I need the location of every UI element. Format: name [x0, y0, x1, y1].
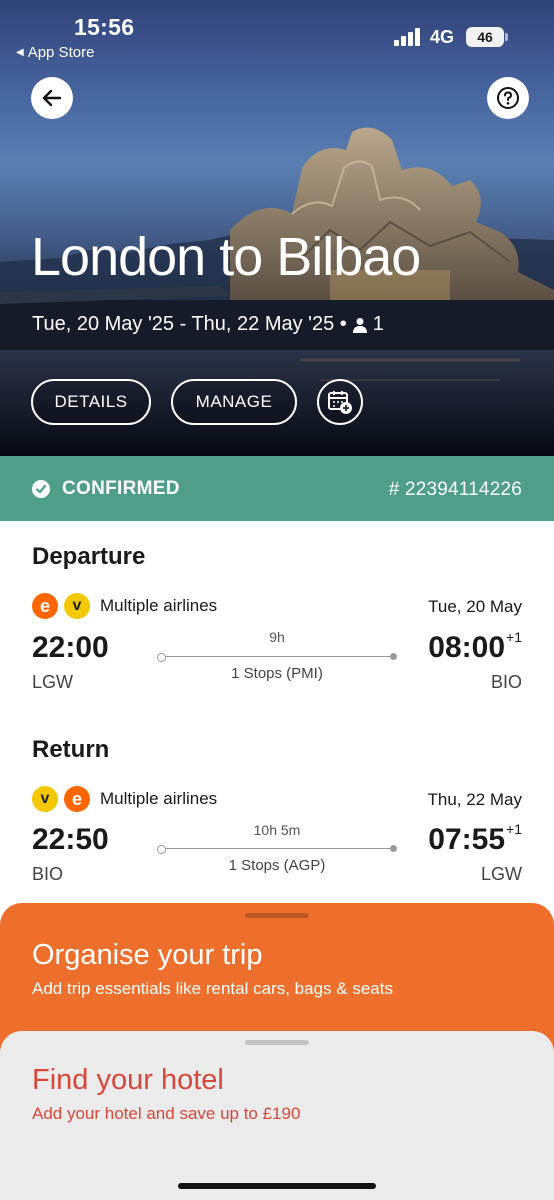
airlines-label: Multiple airlines: [100, 789, 218, 808]
manage-button[interactable]: MANAGE: [171, 379, 297, 425]
departure-stops: 1 Stops (PMI): [231, 665, 323, 682]
return-title: Return: [32, 736, 110, 763]
organise-subtitle: Add trip essentials like rental cars, ba…: [32, 979, 393, 998]
trip-title: London to Bilbao: [31, 227, 421, 287]
day-offset: +1: [506, 821, 522, 837]
arrive-time-value: 08:00: [428, 631, 506, 664]
arrow-left-icon: [42, 89, 62, 107]
battery-tip: [505, 33, 508, 41]
return-origin-airport: BIO: [32, 864, 64, 884]
return-stops: 1 Stops (AGP): [228, 857, 326, 874]
airlines-label: Multiple airlines: [100, 596, 218, 615]
departure-airlines: e v Multiple airlines: [32, 593, 217, 619]
easyjet-logo-icon: e: [64, 786, 90, 812]
hotel-subtitle: Add your hotel and save up to £190: [32, 1104, 301, 1123]
return-arrive-time: 07:55+1: [428, 821, 522, 857]
back-button[interactable]: [31, 77, 73, 119]
cellular-signal-icon: [394, 28, 422, 46]
departure-depart-time: 22:00: [32, 631, 109, 664]
organise-title: Organise your trip: [32, 939, 263, 971]
hotel-title: Find your hotel: [32, 1064, 224, 1096]
departure-title: Departure: [32, 543, 146, 570]
help-button[interactable]: [487, 77, 529, 119]
vueling-logo-icon: v: [64, 593, 90, 619]
sheet-grabber-handle[interactable]: [245, 913, 309, 918]
departure-origin-airport: LGW: [32, 672, 74, 692]
hero-banner: 15:56 ◀ App Store 4G 46 London to Bilbao…: [0, 0, 554, 456]
booking-status-banner: CONFIRMED # 22394114226: [0, 456, 554, 521]
return-duration: 10h 5m: [253, 822, 301, 838]
day-offset: +1: [506, 629, 522, 645]
departure-route-line: [157, 653, 397, 662]
battery-icon: 46: [466, 27, 504, 47]
question-mark-icon: [497, 87, 519, 109]
network-type: 4G: [430, 27, 455, 47]
status-label: CONFIRMED: [62, 478, 180, 499]
back-app-label: App Store: [27, 44, 95, 61]
battery-level: 46: [477, 29, 493, 45]
details-button[interactable]: DETAILS: [31, 379, 151, 425]
return-depart-time: 22:50: [32, 823, 109, 856]
departure-duration: 9h: [269, 629, 285, 645]
back-triangle-icon: ◀: [16, 47, 24, 58]
add-to-calendar-button[interactable]: [317, 379, 363, 425]
return-date: Thu, 22 May: [427, 790, 523, 809]
arrive-time-value: 07:55: [428, 823, 506, 856]
return-airlines: v e Multiple airlines: [32, 786, 217, 812]
status-time: 15:56: [74, 14, 135, 40]
departure-arrive-time: 08:00+1: [428, 629, 522, 665]
easyjet-logo-icon: e: [32, 593, 58, 619]
vueling-logo-icon: v: [32, 786, 58, 812]
back-to-app-store-link[interactable]: ◀ App Store: [16, 44, 94, 61]
calendar-add-icon: [328, 391, 352, 414]
departure-destination-airport: BIO: [490, 672, 522, 692]
departure-date: Tue, 20 May: [428, 597, 522, 616]
person-icon: [352, 317, 367, 333]
status-confirmed: CONFIRMED: [32, 478, 180, 500]
home-indicator[interactable]: [178, 1183, 376, 1189]
trip-dates-label: Tue, 20 May '25 - Thu, 22 May '25 •: [32, 313, 347, 335]
status-bar: 15:56 ◀ App Store 4G 46: [0, 0, 554, 70]
return-destination-airport: LGW: [480, 864, 522, 884]
trip-dates: Tue, 20 May '25 - Thu, 22 May '25 • 1: [32, 313, 384, 336]
passenger-count: 1: [372, 313, 384, 335]
return-route-line: [157, 845, 397, 854]
check-circle-icon: [32, 480, 50, 498]
booking-reference: # 22394114226: [388, 479, 522, 500]
find-hotel-sheet[interactable]: Find your hotel Add your hotel and save …: [0, 1031, 554, 1200]
sheet-grabber-handle[interactable]: [245, 1040, 309, 1045]
